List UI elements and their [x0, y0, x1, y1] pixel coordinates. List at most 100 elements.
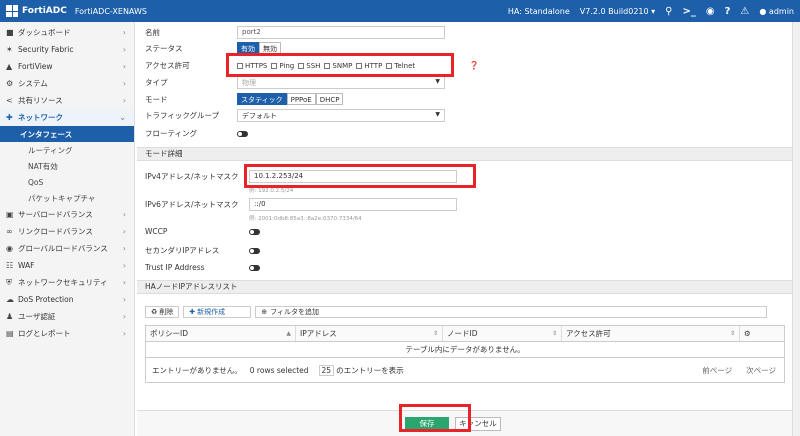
user-icon: ♟: [6, 312, 14, 321]
floating-toggle[interactable]: [237, 130, 248, 137]
waf-icon: ☷: [6, 261, 14, 270]
mode-dhcp-button[interactable]: DHCP: [315, 93, 344, 105]
traffic-group-label: トラフィックグループ: [145, 111, 220, 120]
help-icon[interactable]: ?: [725, 6, 731, 17]
name-field[interactable]: port2: [237, 26, 445, 39]
ipv6-label: IPv6アドレス/ネットマスク: [145, 200, 239, 209]
prev-page-link[interactable]: 前ページ: [702, 365, 732, 376]
create-new-button[interactable]: ✚ 新規作成: [183, 306, 252, 318]
chevron-right-icon: ›: [122, 329, 126, 338]
mode-pppoe-button[interactable]: PPPoE: [286, 93, 316, 105]
sidebar-label: ネットワーク: [18, 113, 63, 122]
sidebar-item-shared-resources[interactable]: < 共有リソース ›: [0, 92, 134, 109]
sidebar-item-network[interactable]: ✚ ネットワーク ⌄: [0, 109, 134, 126]
shield-icon: ⛨: [6, 277, 12, 287]
next-page-link[interactable]: 次ページ: [746, 365, 776, 376]
wccp-toggle[interactable]: [249, 228, 260, 235]
secondary-ip-toggle[interactable]: [249, 247, 260, 254]
sidebar-item-security-fabric[interactable]: ✶ Security Fabric ›: [0, 41, 134, 58]
ipv6-field[interactable]: ::/0: [249, 198, 457, 211]
sidebar-item-dos-protection[interactable]: ☁ DoS Protection ›: [0, 291, 134, 308]
sidebar-label: Security Fabric: [18, 45, 74, 54]
secondary-ip-label: セカンダリIPアドレス: [145, 246, 220, 255]
col-policy-id[interactable]: ポリシーID ▲: [146, 326, 296, 341]
sidebar-item-global-lb[interactable]: ◉ グローバルロードバランス ›: [0, 240, 134, 257]
sidebar-item-waf[interactable]: ☷ WAF ›: [0, 257, 134, 274]
sidebar-subitem-routing[interactable]: ルーティング: [0, 142, 134, 158]
trust-ip-row: Trust IP Address: [145, 263, 260, 272]
sidebar-item-network-security[interactable]: ⛨ ネットワークセキュリティ ›: [0, 274, 134, 291]
mode-detail-section: モード詳細: [137, 147, 792, 161]
sidebar-item-fortiview[interactable]: ▲ FortiView ›: [0, 58, 134, 75]
chevron-right-icon: ›: [122, 295, 126, 304]
trust-ip-toggle[interactable]: [249, 264, 260, 271]
ipv6-hint: 例: 2001:0db8:85a3::8a2e:0370:7334/64: [249, 216, 362, 222]
notification-bell-icon[interactable]: ⚠: [740, 6, 749, 17]
help-icon[interactable]: ❓: [469, 61, 479, 70]
sidebar-item-server-lb[interactable]: ▣ サーバロードバランス ›: [0, 206, 134, 223]
hostname: FortiADC-XENAWS: [74, 6, 147, 16]
user-menu[interactable]: ● admin: [759, 7, 794, 16]
gear-icon: ⚙: [744, 329, 751, 338]
bar-chart-icon: ▤: [6, 329, 14, 338]
sidebar-label: 共有リソース: [18, 96, 63, 105]
settings-icon[interactable]: ◉: [706, 6, 715, 17]
sidebar-item-logs-reports[interactable]: ▤ ログとレポート ›: [0, 325, 134, 342]
traffic-group-select[interactable]: デフォルト ▼: [237, 109, 445, 122]
per-page-select[interactable]: 25: [318, 364, 335, 376]
wccp-label: WCCP: [145, 227, 168, 236]
sidebar-label: ユーザ認証: [18, 312, 56, 321]
rows-selected-text: 0 rows selected: [249, 365, 309, 375]
trust-ip-label: Trust IP Address: [145, 263, 205, 272]
sidebar: ■ ダッシュボード › ✶ Security Fabric › ▲ FortiView › …: [0, 22, 135, 436]
mode-row: モード スタティック PPPoE DHCP: [145, 93, 344, 105]
empty-table-message: テーブル内にデータがありません。: [146, 342, 784, 358]
delete-label: 削除: [159, 308, 174, 316]
chevron-right-icon: ›: [122, 96, 126, 105]
floating-label: フローティング: [145, 129, 198, 138]
traffic-group-row: トラフィックグループ デフォルト ▼: [145, 109, 445, 122]
col-node-id[interactable]: ノードID ⇕: [443, 326, 562, 341]
no-entries-text: エントリーがありません。: [152, 365, 242, 375]
sidebar-label: サーバロードバランス: [18, 210, 93, 219]
chevron-right-icon: ›: [122, 79, 126, 88]
chevron-right-icon: ›: [122, 45, 126, 54]
scrollbar[interactable]: [792, 22, 800, 436]
sidebar-item-user-auth[interactable]: ♟ ユーザ認証 ›: [0, 308, 134, 325]
sidebar-label: ダッシュボード: [18, 28, 71, 37]
chevron-right-icon: ›: [122, 312, 126, 321]
chevron-down-icon: ▼: [435, 111, 440, 118]
type-row: タイプ 物理 ▼: [145, 76, 445, 89]
gear-icon: ⚙: [6, 79, 14, 88]
delete-button[interactable]: ♻ 削除: [145, 306, 180, 318]
mode-static-button[interactable]: スタティック: [237, 93, 287, 105]
cli-icon[interactable]: >_: [682, 6, 695, 17]
col-settings[interactable]: ⚙: [740, 326, 784, 341]
sidebar-subitem-qos[interactable]: QoS: [0, 174, 134, 190]
sidebar-label: FortiView: [18, 62, 53, 71]
sidebar-subitem-nat[interactable]: NAT有効: [0, 158, 134, 174]
sidebar-item-dashboard[interactable]: ■ ダッシュボード ›: [0, 24, 134, 41]
highlight-ipv4-address: [244, 164, 476, 188]
brand-name: FortiADC: [22, 6, 67, 16]
column-label: IPアドレス: [300, 329, 337, 338]
sidebar-label: DoS Protection: [18, 295, 74, 304]
network-icon: ✚: [6, 113, 13, 122]
sidebar-item-link-lb[interactable]: ∞ リンクロードバランス ›: [0, 223, 134, 240]
ha-node-table: ポリシーID ▲ IPアドレス ⇕ ノードID ⇕ アクセス許可 ⇕ ⚙ テーブル内にデ…: [145, 325, 785, 383]
sidebar-subitem-packet-capture[interactable]: パケットキャプチャ: [0, 190, 134, 206]
col-access[interactable]: アクセス許可 ⇕: [562, 326, 740, 341]
per-page-suffix: のエントリーを表示: [336, 365, 404, 375]
highlight-save-button: [399, 404, 471, 432]
server-icon: ▣: [6, 210, 14, 219]
col-ip-address[interactable]: IPアドレス ⇕: [296, 326, 443, 341]
table-header: ポリシーID ▲ IPアドレス ⇕ ノードID ⇕ アクセス許可 ⇕ ⚙: [146, 326, 784, 342]
type-select[interactable]: 物理 ▼: [237, 76, 445, 89]
sidebar-subitem-interface[interactable]: インタフェース: [0, 126, 134, 142]
version-menu[interactable]: V7.2.0 Build0210 ▾: [580, 7, 655, 16]
add-filter-input[interactable]: ⊕ フィルタを追加: [255, 306, 768, 318]
filter-label: フィルタを追加: [270, 308, 320, 316]
sidebar-item-system[interactable]: ⚙ システム ›: [0, 75, 134, 92]
search-icon[interactable]: ⚲: [665, 6, 672, 17]
logo[interactable]: FortiADC FortiADC-XENAWS: [0, 5, 147, 17]
